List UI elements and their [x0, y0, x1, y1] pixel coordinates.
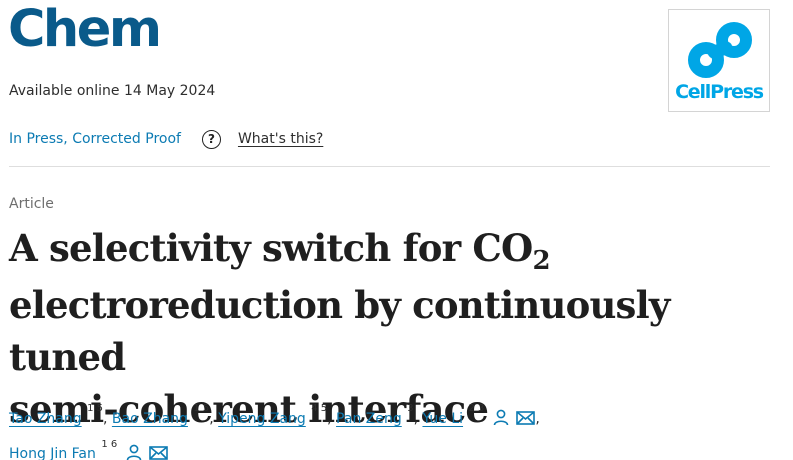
author-item: Tao Zhang 1 5, — [9, 403, 112, 427]
header-divider — [9, 166, 770, 167]
envelope-icon[interactable] — [516, 410, 536, 426]
author-affiliation[interactable]: 1 5 — [193, 403, 209, 414]
author-item: Yipeng Zang 4 5, — [218, 403, 337, 427]
whats-this-link[interactable]: What's this? — [238, 131, 323, 147]
person-icon[interactable] — [125, 443, 143, 460]
author-item: Bao Zhang 1 5, — [111, 403, 219, 427]
author-name-link[interactable]: Hong Jin Fan — [9, 446, 96, 460]
author-name-link[interactable]: Tao Zhang — [9, 411, 82, 427]
author-affiliation[interactable]: 1 6 — [101, 439, 117, 450]
author-name-link[interactable]: Bao Zhang — [112, 411, 188, 427]
author-affiliation[interactable]: 4 5 — [311, 403, 327, 414]
in-press-status: In Press, Corrected Proof — [9, 131, 181, 147]
author-list: Tao Zhang 1 5, Bao Zhang 1 5, Yipeng Zan… — [9, 399, 779, 460]
cellpress-logo-text: CellPress — [675, 81, 764, 103]
author-affiliation[interactable]: 1 5 — [87, 403, 103, 414]
article-type-label: Article — [9, 196, 54, 212]
question-circle-icon[interactable]: ? — [201, 129, 221, 149]
author-name-link[interactable]: Yipeng Zang — [218, 411, 306, 427]
article-status-row: In Press, Corrected Proof ? What's this? — [9, 128, 323, 150]
author-affiliation[interactable]: 3 — [407, 403, 413, 414]
cellpress-logo-mark — [688, 22, 752, 78]
author-name-link[interactable]: Pan Zeng — [336, 411, 402, 427]
cellpress-logo[interactable]: CellPress — [668, 9, 770, 112]
article-title-subscript: 2 — [532, 246, 550, 276]
author-item: Hong Jin Fan 1 6 — [9, 439, 169, 460]
author-item: Pan Zeng 3, — [336, 403, 423, 427]
article-title-line-2: electroreduction by continuously tuned — [9, 283, 670, 379]
article-title-line-1: A selectivity switch for CO — [9, 226, 533, 270]
author-affiliation[interactable]: 2 3 — [469, 403, 485, 414]
available-online-date: Available online 14 May 2024 — [9, 83, 216, 99]
journal-title[interactable]: Chem — [8, 4, 162, 55]
author-item: Yue Li 2 3, — [422, 403, 540, 427]
person-icon[interactable] — [492, 408, 510, 426]
envelope-icon[interactable] — [149, 445, 169, 460]
author-name-link[interactable]: Yue Li — [422, 411, 463, 427]
